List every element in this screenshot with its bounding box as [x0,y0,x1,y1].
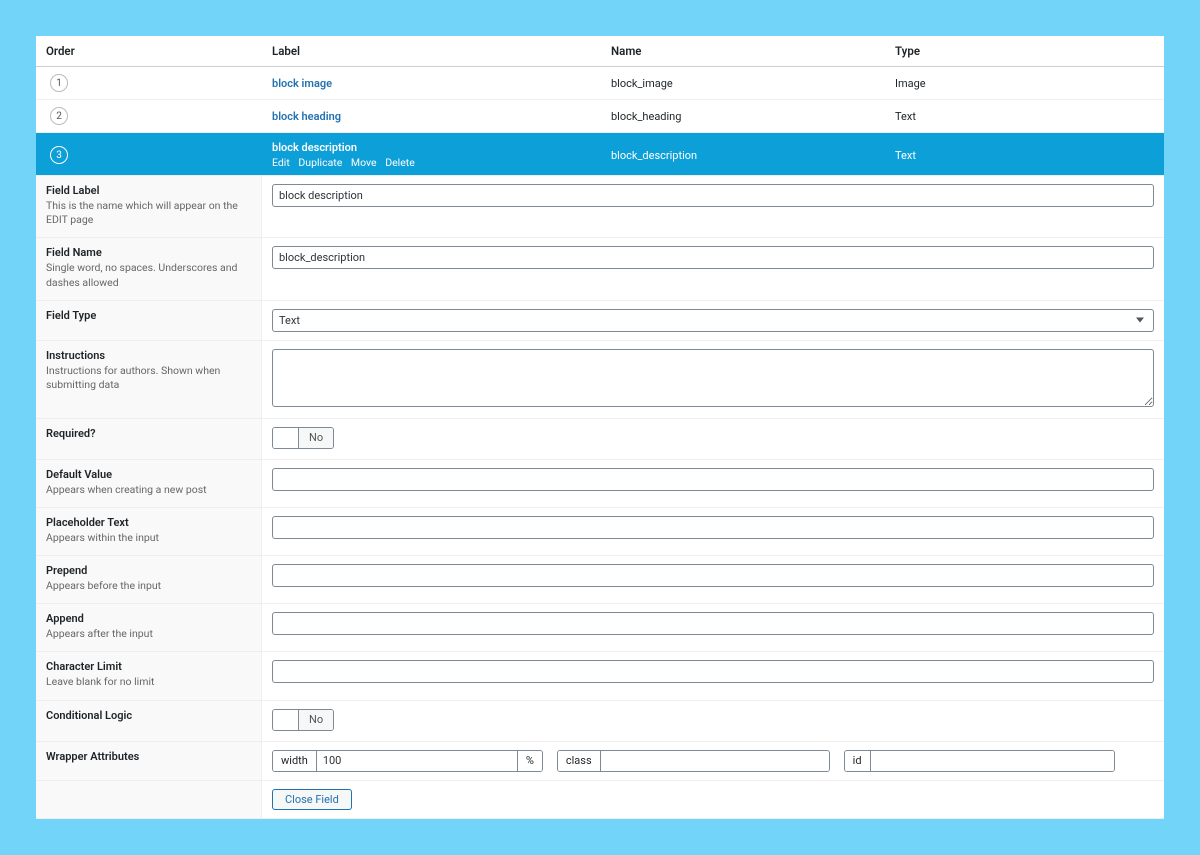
duplicate-action[interactable]: Duplicate [298,156,342,169]
required-toggle[interactable]: No [272,427,334,449]
default-value-input[interactable] [272,468,1154,491]
field-name-text: block_image [601,77,885,90]
field-type-select[interactable]: Text [272,309,1154,332]
col-header-type: Type [885,44,1164,58]
wrapper-class-label: class [558,751,601,771]
col-header-label: Label [262,44,601,58]
wrapper-width-input[interactable] [317,751,517,771]
toggle-knob [273,710,299,730]
row-actions: Edit Duplicate Move Delete [272,156,601,169]
setting-append: AppendAppears after the input [36,604,1164,652]
setting-wrapper-attributes: Wrapper Attributes width % class id [36,742,1164,781]
toggle-text: No [299,710,333,730]
field-type-text: Image [885,77,1164,90]
order-badge[interactable]: 3 [50,146,68,164]
field-type-text: Text [885,110,1164,123]
col-header-order: Order [36,44,262,58]
setting-required: Required? No [36,419,1164,460]
wrapper-id-input[interactable] [871,751,1114,771]
wrapper-width-label: width [273,751,317,771]
delete-action[interactable]: Delete [385,156,415,169]
setting-prepend: PrependAppears before the input [36,556,1164,604]
wrapper-width-group: width % [272,750,543,772]
setting-character-limit: Character LimitLeave blank for no limit [36,652,1164,700]
conditional-logic-toggle[interactable]: No [272,709,334,731]
append-input[interactable] [272,612,1154,635]
prepend-input[interactable] [272,564,1154,587]
field-name-text: block_description [601,149,885,162]
setting-instructions: InstructionsInstructions for authors. Sh… [36,341,1164,419]
wrapper-width-unit: % [517,751,542,771]
toggle-knob [273,428,299,448]
setting-default-value: Default ValueAppears when creating a new… [36,460,1164,508]
setting-field-type: Field Type Text [36,301,1164,341]
field-name-input[interactable] [272,246,1154,269]
setting-field-label: Field LabelThis is the name which will a… [36,176,1164,238]
edit-action[interactable]: Edit [272,156,290,169]
field-label-link[interactable]: block description [272,141,601,154]
move-action[interactable]: Move [351,156,377,169]
placeholder-text-input[interactable] [272,516,1154,539]
field-name-text: block_heading [601,110,885,123]
field-row-active[interactable]: 3 block description Edit Duplicate Move … [36,133,1164,175]
wrapper-id-group: id [844,750,1115,772]
table-header: Order Label Name Type [36,36,1164,67]
setting-field-name: Field NameSingle word, no spaces. Unders… [36,238,1164,300]
close-field-button[interactable]: Close Field [272,789,352,810]
character-limit-input[interactable] [272,660,1154,683]
field-type-text: Text [885,149,1164,162]
field-label-input[interactable] [272,184,1154,207]
order-badge[interactable]: 2 [50,107,68,125]
field-row[interactable]: 1 block image block_image Image [36,67,1164,100]
wrapper-id-label: id [845,751,871,771]
instructions-textarea[interactable] [272,349,1154,407]
field-label-link[interactable]: block image [272,77,332,90]
field-group-panel: Order Label Name Type 1 block image bloc… [36,36,1164,819]
setting-conditional-logic: Conditional Logic No [36,701,1164,742]
wrapper-class-input[interactable] [601,751,829,771]
col-header-name: Name [601,44,885,58]
toggle-text: No [299,428,333,448]
order-badge[interactable]: 1 [50,74,68,92]
field-settings: Field LabelThis is the name which will a… [36,175,1164,819]
setting-placeholder-text: Placeholder TextAppears within the input [36,508,1164,556]
wrapper-class-group: class [557,750,830,772]
setting-footer: Close Field [36,781,1164,819]
field-row[interactable]: 2 block heading block_heading Text [36,100,1164,133]
field-label-link[interactable]: block heading [272,110,341,123]
